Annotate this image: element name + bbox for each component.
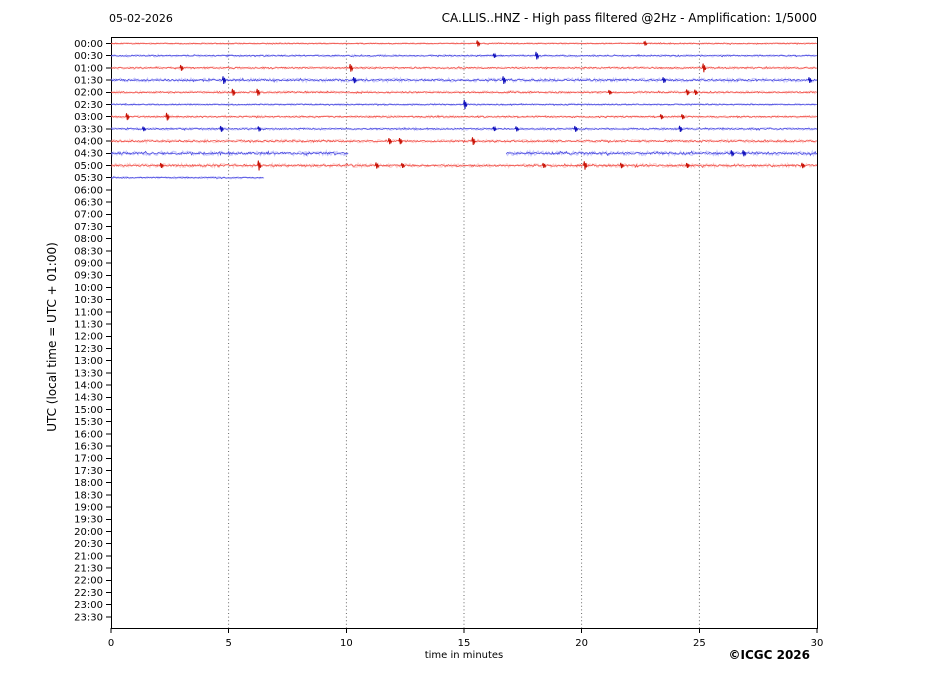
x-tick-label-25: 25 <box>693 638 706 649</box>
x-axis-title: time in minutes <box>425 650 504 661</box>
row-label-10:30: 10:30 <box>74 295 103 306</box>
row-label-05:00: 05:00 <box>74 161 103 172</box>
row-label-19:30: 19:30 <box>74 515 103 526</box>
event-spike <box>142 127 145 132</box>
row-label-04:00: 04:00 <box>74 137 103 148</box>
event-spike <box>801 163 804 168</box>
event-spike <box>180 65 183 71</box>
row-label-17:30: 17:30 <box>74 466 103 477</box>
trace-03:00 <box>111 113 817 121</box>
event-spike <box>644 41 647 45</box>
row-label-16:30: 16:30 <box>74 442 103 453</box>
event-spike <box>660 114 663 119</box>
row-label-13:00: 13:00 <box>74 356 103 367</box>
row-label-21:00: 21:00 <box>74 551 103 562</box>
event-spike <box>608 90 611 95</box>
row-label-11:30: 11:30 <box>74 320 103 331</box>
date-label: 05-02-2026 <box>109 12 173 25</box>
trace-04:30 <box>111 150 817 156</box>
trace-05:30 <box>111 177 264 179</box>
x-tick-label-20: 20 <box>575 638 588 649</box>
row-label-02:30: 02:30 <box>74 100 103 111</box>
event-spike <box>808 77 811 83</box>
row-label-09:30: 09:30 <box>74 271 103 282</box>
trace-01:00 <box>111 64 817 73</box>
row-label-07:30: 07:30 <box>74 222 103 233</box>
row-label-18:30: 18:30 <box>74 490 103 501</box>
event-spike <box>681 114 684 119</box>
row-label-15:00: 15:00 <box>74 405 103 416</box>
event-spike <box>258 126 261 131</box>
row-label-20:30: 20:30 <box>74 539 103 550</box>
row-label-00:00: 00:00 <box>74 39 103 50</box>
row-label-20:00: 20:00 <box>74 527 103 538</box>
event-spike <box>401 163 404 168</box>
x-tick-label-5: 5 <box>225 638 231 649</box>
row-label-11:00: 11:00 <box>74 307 103 318</box>
row-label-00:30: 00:30 <box>74 51 103 62</box>
row-label-03:00: 03:00 <box>74 112 103 123</box>
row-label-01:30: 01:30 <box>74 76 103 87</box>
row-label-18:00: 18:00 <box>74 478 103 489</box>
event-spike <box>694 90 697 95</box>
row-label-19:00: 19:00 <box>74 503 103 514</box>
event-spike <box>477 40 480 46</box>
row-label-16:00: 16:00 <box>74 429 103 440</box>
row-label-22:00: 22:00 <box>74 576 103 587</box>
seismogram-plot: 00:0000:3001:00 01:3002:0002:3003:0003:30… <box>0 0 927 696</box>
event-spike <box>620 163 623 168</box>
trace-05:00 <box>111 161 817 171</box>
event-spike <box>220 126 223 132</box>
row-label-08:00: 08:00 <box>74 234 103 245</box>
row-label-08:30: 08:30 <box>74 246 103 257</box>
copyright-credit: ©ICGC 2026 <box>728 648 810 662</box>
row-label-23:30: 23:30 <box>74 612 103 623</box>
x-tick-label-15: 15 <box>458 638 471 649</box>
plot-frame <box>112 38 818 629</box>
trace-00:30 <box>111 52 817 60</box>
row-label-17:00: 17:00 <box>74 454 103 465</box>
event-spike <box>232 89 235 96</box>
row-label-05:30: 05:30 <box>74 173 103 184</box>
chart-title: CA.LLIS..HNZ - High pass filtered @2Hz -… <box>442 11 817 25</box>
row-label-23:00: 23:00 <box>74 600 103 611</box>
x-tick-label-0: 0 <box>108 638 114 649</box>
row-label-22:30: 22:30 <box>74 588 103 599</box>
event-spike <box>662 77 665 83</box>
event-spike <box>493 127 496 131</box>
event-spike <box>126 113 129 120</box>
row-label-02:00: 02:00 <box>74 88 103 99</box>
row-label-21:30: 21:30 <box>74 564 103 575</box>
trace-02:30 <box>111 100 817 109</box>
row-label-10:00: 10:00 <box>74 283 103 294</box>
row-label-04:30: 04:30 <box>74 149 103 160</box>
row-label-13:30: 13:30 <box>74 368 103 379</box>
row-label-01:00: 01:00 <box>74 63 103 74</box>
x-tick-label-10: 10 <box>340 638 353 649</box>
row-label-06:30: 06:30 <box>74 198 103 209</box>
row-label-07:00: 07:00 <box>74 210 103 221</box>
row-label-14:00: 14:00 <box>74 381 103 392</box>
row-label-09:00: 09:00 <box>74 259 103 270</box>
x-tick-label-30: 30 <box>811 638 824 649</box>
row-label-12:30: 12:30 <box>74 344 103 355</box>
row-label-06:00: 06:00 <box>74 185 103 196</box>
row-label-14:30: 14:30 <box>74 393 103 404</box>
row-label-15:30: 15:30 <box>74 417 103 428</box>
row-label-12:00: 12:00 <box>74 332 103 343</box>
helicorder-page: 00:0000:3001:00 01:3002:0002:3003:0003:30… <box>0 0 927 696</box>
y-axis-title: UTC (local time = UTC + 01:00) <box>45 242 59 432</box>
row-label-03:30: 03:30 <box>74 124 103 135</box>
event-spike <box>679 126 682 132</box>
event-spike <box>388 138 391 144</box>
event-spike <box>515 126 518 131</box>
event-spike <box>574 126 577 132</box>
